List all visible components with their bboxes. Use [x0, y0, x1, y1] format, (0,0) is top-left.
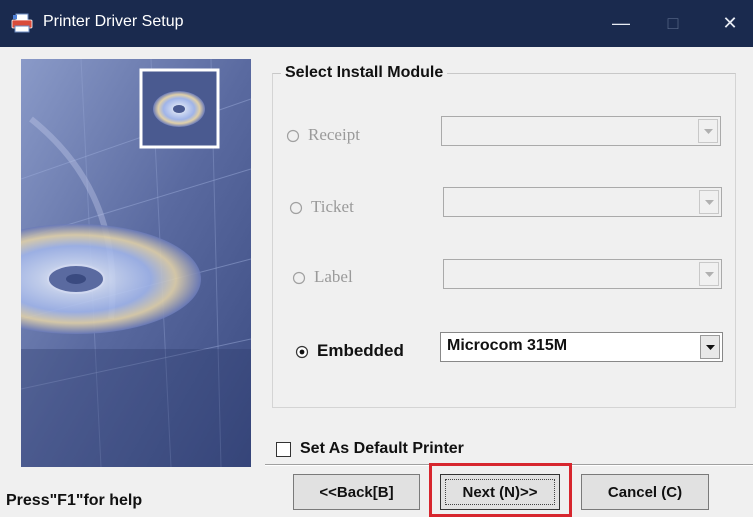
- radio-receipt: Receipt: [286, 125, 360, 145]
- cd-artwork-image: [21, 59, 251, 467]
- minimize-button[interactable]: —: [598, 0, 644, 47]
- radio-label: Embedded: [317, 341, 404, 360]
- radio-ticket: Ticket: [289, 197, 354, 217]
- chevron-down-icon: [698, 119, 718, 143]
- window-title: Printer Driver Setup: [43, 13, 184, 30]
- combo-embedded[interactable]: Microcom 315M: [440, 332, 723, 362]
- default-printer-checkbox[interactable]: Set As Default Printer: [276, 440, 464, 458]
- dialog-body: Select Install Module Receipt Ticket Lab…: [0, 47, 753, 517]
- combo-receipt: [441, 116, 721, 146]
- radio-label-module: Label: [292, 267, 353, 287]
- combo-ticket: [443, 187, 722, 217]
- radio-button-icon: [292, 270, 306, 285]
- minimize-icon: —: [612, 13, 630, 33]
- chevron-down-icon[interactable]: [700, 335, 720, 359]
- chevron-down-icon: [699, 262, 719, 286]
- checkbox-label: Set As Default Printer: [300, 440, 464, 457]
- back-button[interactable]: <<Back[B]: [293, 474, 420, 510]
- selected-printer-model: Microcom 315M: [447, 337, 568, 354]
- radio-button-selected-icon: [295, 344, 309, 359]
- maximize-icon: □: [667, 13, 679, 33]
- combo-label: [443, 259, 722, 289]
- radio-button-icon: [289, 200, 303, 215]
- close-icon: ✕: [722, 13, 738, 33]
- next-button-highlight: [429, 463, 572, 517]
- radio-button-icon: [286, 128, 300, 143]
- title-bar[interactable]: Printer Driver Setup — □ ✕: [0, 0, 753, 47]
- group-title: Select Install Module: [281, 64, 448, 82]
- radio-label: Receipt: [308, 125, 360, 144]
- cancel-button[interactable]: Cancel (C): [581, 474, 709, 510]
- checkbox-icon[interactable]: [276, 441, 291, 457]
- radio-label: Label: [314, 267, 353, 286]
- help-hint: Press"F1"for help: [6, 492, 143, 509]
- printer-icon: [11, 13, 33, 33]
- close-button[interactable]: ✕: [707, 0, 753, 47]
- maximize-button: □: [650, 0, 696, 47]
- radio-embedded[interactable]: Embedded: [295, 341, 404, 361]
- radio-label: Ticket: [311, 197, 354, 216]
- chevron-down-icon: [699, 190, 719, 214]
